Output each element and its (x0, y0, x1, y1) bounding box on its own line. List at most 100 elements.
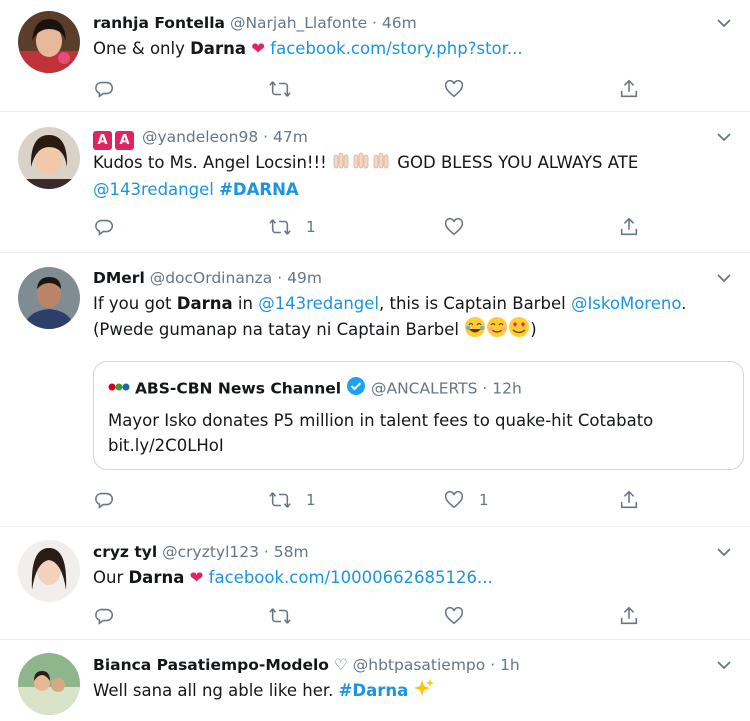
tweet-feed: ranhja Fontella @Narjah_Llafonte · 46m O… (0, 0, 750, 721)
share-icon (620, 79, 638, 98)
avatar[interactable] (18, 653, 80, 715)
chevron-down-icon[interactable] (714, 541, 734, 563)
quoted-timestamp[interactable]: 12h (492, 380, 522, 398)
like-button[interactable] (443, 604, 479, 628)
share-button[interactable] (618, 77, 640, 101)
display-name[interactable]: DMerl (93, 269, 145, 287)
like-button[interactable] (443, 215, 479, 239)
retweet-icon (269, 81, 291, 97)
raised-hands-emoji (332, 150, 392, 177)
display-name[interactable]: Bianca Pasatiempo-Modelo (93, 656, 329, 674)
username[interactable]: @yandeleon98 (142, 128, 258, 146)
tweet[interactable]: AA @yandeleon98 · 47m Kudos to Ms. Angel… (0, 112, 750, 253)
timestamp[interactable]: 1h (500, 656, 520, 674)
tweet[interactable]: cryz tyl @cryztyl123 · 58m Our Darna ❤ f… (0, 527, 750, 640)
mention-link[interactable]: @IskoMoreno (571, 294, 681, 313)
display-name[interactable]: cryz tyl (93, 543, 157, 561)
chevron-down-icon[interactable] (714, 267, 734, 289)
timestamp[interactable]: 46m (382, 14, 417, 32)
tweet-header: ranhja Fontella @Narjah_Llafonte · 46m (93, 12, 738, 34)
tweet-text: Our Darna ❤ facebook.com/10000662685126.… (93, 568, 493, 587)
avatar[interactable] (18, 540, 80, 602)
tweet-header: Bianca Pasatiempo-Modelo ♡ @hbtpasatiemp… (93, 654, 738, 676)
retweet-icon (269, 608, 291, 624)
heart-icon (444, 490, 464, 509)
separator: · (277, 269, 283, 287)
retweet-button[interactable]: 1 (268, 488, 316, 512)
reply-icon (95, 219, 113, 236)
reply-button[interactable] (93, 215, 115, 239)
retweet-count: 1 (306, 218, 316, 236)
retweet-button[interactable]: 1 (268, 215, 316, 239)
hashtag-link[interactable]: #Darna (339, 681, 409, 700)
name-suffix-heart: ♡ (333, 656, 348, 674)
username[interactable]: @docOrdinanza (150, 269, 273, 287)
display-name[interactable]: ranhja Fontella (93, 14, 225, 32)
tweet[interactable]: Bianca Pasatiempo-Modelo ♡ @hbtpasatiemp… (0, 640, 750, 721)
avatar[interactable] (18, 127, 80, 189)
retweet-button[interactable] (268, 604, 306, 628)
chevron-down-icon[interactable] (714, 126, 734, 148)
hashtag-link[interactable]: #DARNA (219, 180, 299, 199)
username[interactable]: @hbtpasatiempo (353, 656, 486, 674)
avatar[interactable] (18, 11, 80, 73)
tweet-link[interactable]: facebook.com/10000662685126... (209, 568, 493, 587)
tweet-header: DMerl @docOrdinanza · 49m (93, 267, 738, 289)
avatar[interactable] (18, 267, 80, 329)
tweet-text: Well sana all ng able like her. #Darna (93, 678, 738, 705)
mention-link[interactable]: @143redangel (258, 294, 379, 313)
red-heart-emoji: ❤ (251, 39, 266, 58)
reply-button[interactable] (93, 488, 115, 512)
username[interactable]: @Narjah_Llafonte (230, 14, 367, 32)
retweet-icon (269, 219, 291, 235)
bold-keyword: Darna (176, 294, 233, 313)
share-button[interactable] (618, 604, 640, 628)
quoted-display-name[interactable]: ABS-CBN News Channel (135, 380, 341, 398)
tweet-actions (93, 77, 653, 101)
share-icon (620, 490, 638, 509)
tweet-header: AA @yandeleon98 · 47m (93, 126, 738, 150)
name-badge[interactable]: A (93, 131, 112, 150)
emoji-faces (464, 316, 530, 345)
heart-icon (444, 606, 464, 625)
name-badge[interactable]: A (115, 131, 134, 150)
timestamp[interactable]: 47m (273, 128, 308, 146)
mention-link[interactable]: @143redangel (93, 180, 214, 199)
chevron-down-icon[interactable] (714, 12, 734, 34)
reply-icon (95, 608, 113, 625)
tweet[interactable]: DMerl @docOrdinanza · 49m If you got Dar… (0, 253, 750, 527)
bold-keyword: Darna (190, 39, 246, 58)
quoted-link[interactable]: bit.ly/2C0LHoI (108, 436, 224, 455)
retweet-button[interactable] (268, 77, 306, 101)
heart-icon (444, 79, 464, 98)
like-count: 1 (479, 491, 489, 509)
tweet-link[interactable]: facebook.com/story.php?stor... (270, 39, 522, 58)
share-button[interactable] (618, 488, 640, 512)
like-button[interactable]: 1 (443, 488, 489, 512)
heart-icon (444, 217, 464, 236)
reply-icon (95, 81, 113, 98)
separator: · (482, 379, 488, 398)
share-button[interactable] (618, 215, 640, 239)
tweet[interactable]: ranhja Fontella @Narjah_Llafonte · 46m O… (0, 0, 750, 112)
username[interactable]: @cryztyl123 (162, 543, 259, 561)
retweet-count: 1 (306, 491, 316, 509)
reply-icon (95, 492, 113, 509)
timestamp[interactable]: 49m (287, 269, 322, 287)
tweet-actions (93, 604, 653, 628)
quoted-tweet-header: ABS-CBN News Channel @ANCALERTS · 12h (108, 376, 522, 398)
reply-button[interactable] (93, 604, 115, 628)
timestamp[interactable]: 58m (274, 543, 309, 561)
chevron-down-icon[interactable] (714, 654, 734, 676)
quoted-username[interactable]: @ANCALERTS (371, 380, 478, 398)
verified-badge-icon (346, 376, 366, 402)
reply-button[interactable] (93, 77, 115, 101)
tweet-actions: 1 (93, 215, 653, 239)
separator: · (372, 14, 377, 32)
tweet-header: cryz tyl @cryztyl123 · 58m (93, 541, 738, 563)
quoted-tweet[interactable]: ABS-CBN News Channel @ANCALERTS · 12h Ma… (93, 361, 744, 470)
separator: · (263, 543, 269, 561)
like-button[interactable] (443, 77, 479, 101)
share-icon (620, 606, 638, 625)
tweet-text: Kudos to Ms. Angel Locsin!!! GOD BLESS Y… (93, 150, 738, 202)
